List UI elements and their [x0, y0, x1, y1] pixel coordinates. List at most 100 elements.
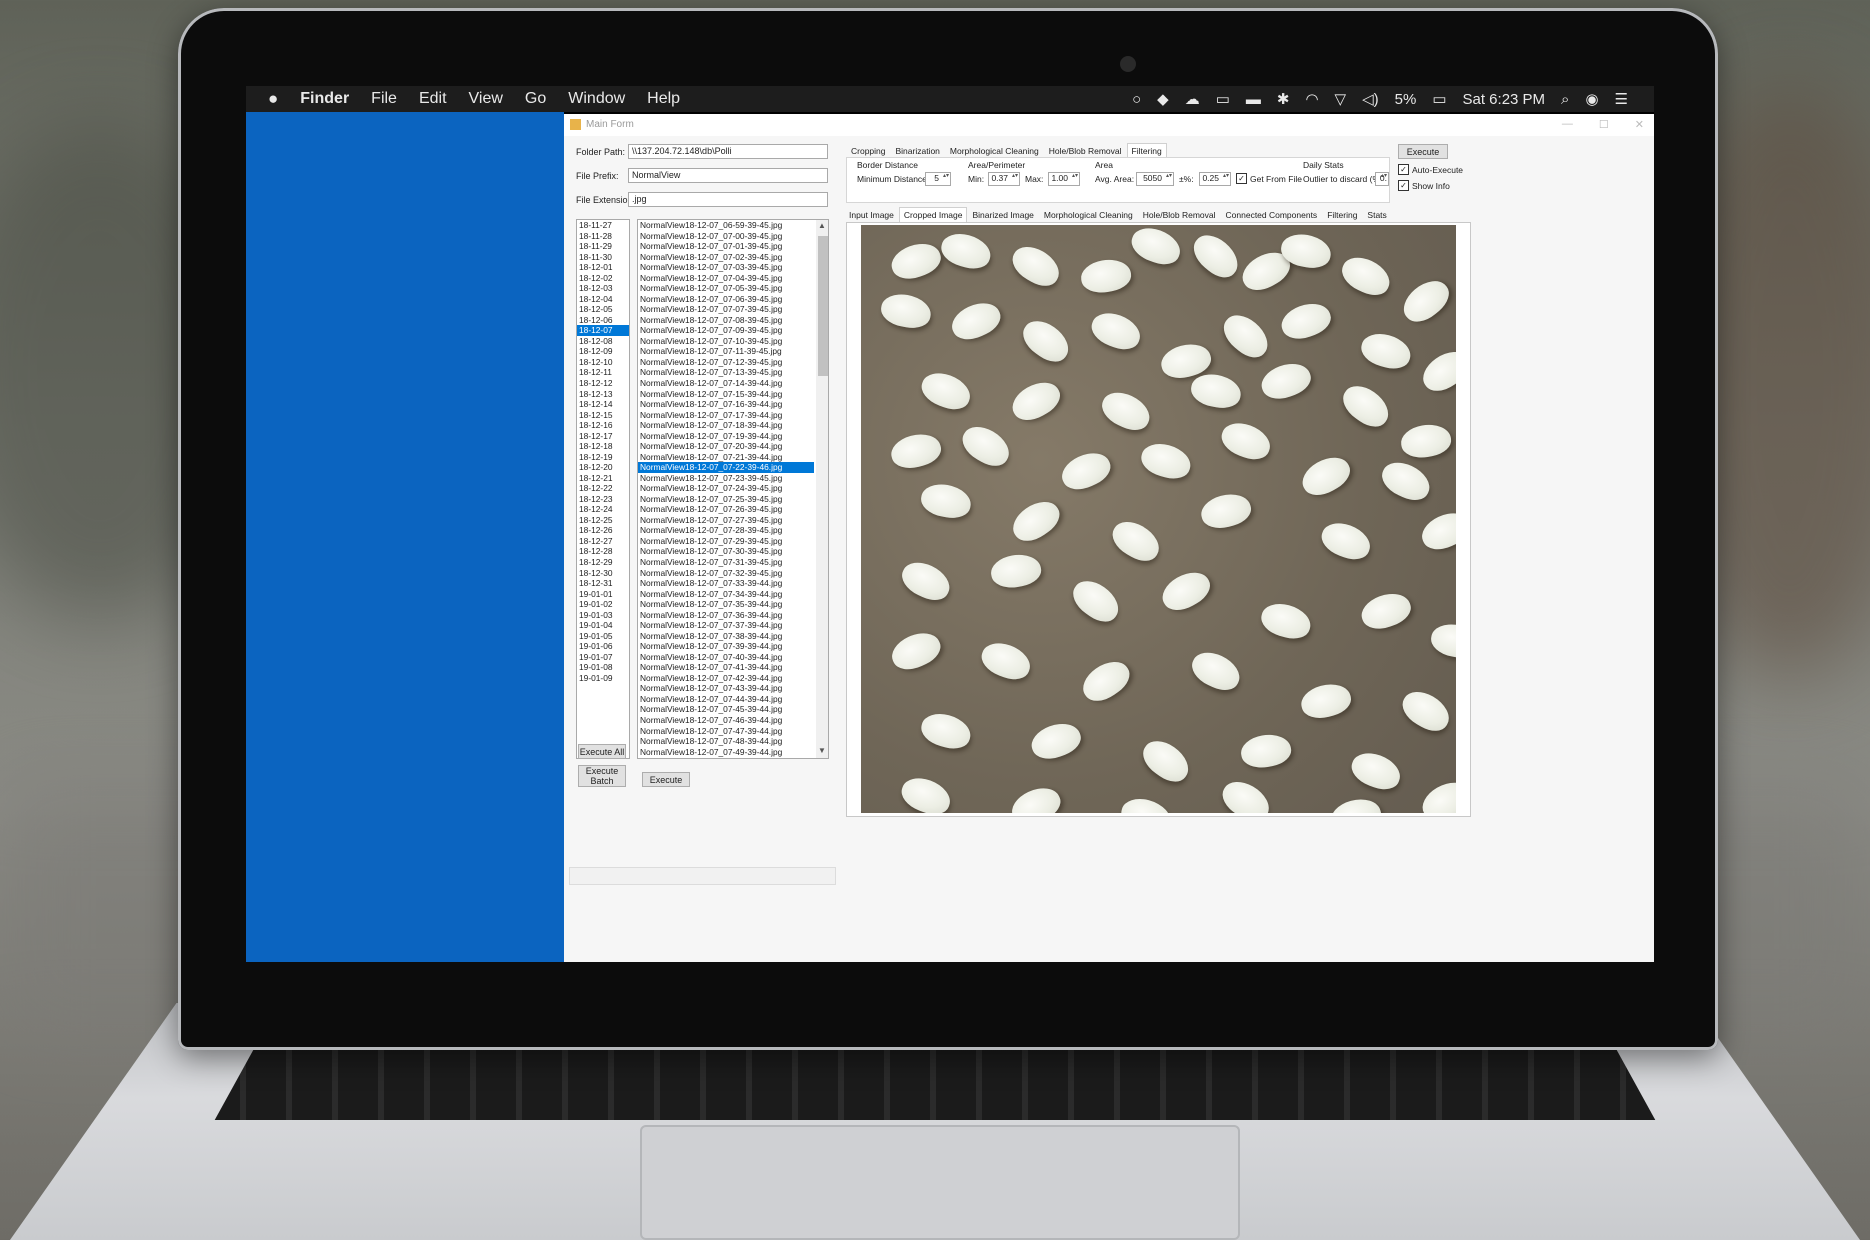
file-list-item[interactable]: NormalView18-12-07_07-02-39-45.jpg: [638, 252, 814, 263]
scrollbar-thumb[interactable]: [818, 236, 828, 376]
file-list-item[interactable]: NormalView18-12-07_07-15-39-44.jpg: [638, 389, 814, 400]
execute-button[interactable]: Execute: [642, 772, 690, 787]
date-list-item[interactable]: 18-12-03: [577, 283, 629, 294]
file-list-item[interactable]: NormalView18-12-07_07-01-39-45.jpg: [638, 241, 814, 252]
file-list[interactable]: NormalView18-12-07_06-59-39-45.jpg Normal…: [637, 219, 829, 759]
menu-finder[interactable]: Finder: [300, 90, 349, 108]
date-list-item[interactable]: 18-12-19: [577, 452, 629, 463]
menu-edit[interactable]: Edit: [419, 90, 447, 108]
spotlight-search-icon[interactable]: ⌕: [1561, 91, 1569, 108]
date-list-item[interactable]: 18-12-14: [577, 399, 629, 410]
date-list-item[interactable]: 19-01-03: [577, 610, 629, 621]
circle-status-icon[interactable]: ○: [1132, 91, 1141, 108]
file-list-item[interactable]: NormalView18-12-07_07-38-39-44.jpg: [638, 631, 814, 642]
date-list-item[interactable]: 18-12-26: [577, 525, 629, 536]
image-tab[interactable]: Morphological Cleaning: [1039, 207, 1138, 223]
battery-icon[interactable]: ▭: [1432, 90, 1446, 108]
image-tab[interactable]: Binarized Image: [967, 207, 1038, 223]
file-list-item[interactable]: NormalView18-12-07_07-31-39-45.jpg: [638, 557, 814, 568]
date-list-item[interactable]: 18-12-21: [577, 473, 629, 484]
file-list-item[interactable]: NormalView18-12-07_07-11-39-45.jpg: [638, 346, 814, 357]
file-list-item[interactable]: NormalView18-12-07_07-29-39-45.jpg: [638, 536, 814, 547]
date-list-item[interactable]: 18-11-28: [577, 231, 629, 242]
file-list-item[interactable]: NormalView18-12-07_07-45-39-44.jpg: [638, 704, 814, 715]
file-list-item[interactable]: NormalView18-12-07_07-49-39-44.jpg: [638, 747, 814, 758]
file-list-item[interactable]: NormalView18-12-07_07-20-39-44.jpg: [638, 441, 814, 452]
avg-area-spinner[interactable]: 5050: [1136, 172, 1174, 186]
image-tab[interactable]: Connected Components: [1221, 207, 1323, 223]
file-list-item[interactable]: NormalView18-12-07_07-18-39-44.jpg: [638, 420, 814, 431]
outlier-discard-spinner[interactable]: 0.: [1375, 172, 1389, 186]
date-list-item[interactable]: 18-12-05: [577, 304, 629, 315]
date-list-item[interactable]: 19-01-07: [577, 652, 629, 663]
file-list-item[interactable]: NormalView18-12-07_07-03-39-45.jpg: [638, 262, 814, 273]
menu-view[interactable]: View: [469, 90, 503, 108]
date-list-item[interactable]: 18-12-28: [577, 546, 629, 557]
plus-minus-percent-spinner[interactable]: 0.25: [1199, 172, 1231, 186]
file-list-item[interactable]: NormalView18-12-07_07-34-39-44.jpg: [638, 589, 814, 600]
file-list-item[interactable]: NormalView18-12-07_07-07-39-45.jpg: [638, 304, 814, 315]
file-list-item[interactable]: NormalView18-12-07_07-47-39-44.jpg: [638, 726, 814, 737]
file-list-item[interactable]: NormalView18-12-07_07-42-39-44.jpg: [638, 673, 814, 684]
date-list-item[interactable]: 18-12-12: [577, 378, 629, 389]
file-prefix-input[interactable]: NormalView: [628, 168, 828, 183]
image-tab[interactable]: Input Image: [844, 207, 899, 223]
scroll-up-arrow-icon[interactable]: ▲: [818, 221, 826, 232]
battery-percent[interactable]: 5%: [1395, 91, 1417, 108]
show-info-checkbox[interactable]: ✓ Show Info: [1398, 180, 1450, 191]
min-ratio-spinner[interactable]: 0.37: [988, 172, 1020, 186]
date-list-item[interactable]: 18-12-10: [577, 357, 629, 368]
date-list-item[interactable]: 18-12-08: [577, 336, 629, 347]
notification-center-icon[interactable]: ☰: [1615, 90, 1628, 108]
file-list-item[interactable]: NormalView18-12-07_07-00-39-45.jpg: [638, 231, 814, 242]
date-list-item[interactable]: 18-12-23: [577, 494, 629, 505]
file-list-item[interactable]: NormalView18-12-07_07-10-39-45.jpg: [638, 336, 814, 347]
max-ratio-spinner[interactable]: 1.00: [1048, 172, 1080, 186]
scroll-down-arrow-icon[interactable]: ▼: [818, 746, 826, 757]
menu-file[interactable]: File: [371, 90, 397, 108]
airplay-icon[interactable]: ▽: [1335, 90, 1347, 108]
date-list-item[interactable]: 19-01-05: [577, 631, 629, 642]
date-list-item[interactable]: 18-11-29: [577, 241, 629, 252]
file-list-item[interactable]: NormalView18-12-07_07-04-39-45.jpg: [638, 273, 814, 284]
date-list-item[interactable]: 18-12-29: [577, 557, 629, 568]
menu-window[interactable]: Window: [568, 90, 625, 108]
file-list-item[interactable]: NormalView18-12-07_07-40-39-44.jpg: [638, 652, 814, 663]
date-list-item[interactable]: 19-01-09: [577, 673, 629, 684]
image-tab[interactable]: Filtering: [1322, 207, 1362, 223]
file-list-item[interactable]: NormalView18-12-07_07-39-39-44.jpg: [638, 641, 814, 652]
date-list-item[interactable]: 18-12-13: [577, 389, 629, 400]
file-list-item[interactable]: NormalView18-12-07_07-16-39-44.jpg: [638, 399, 814, 410]
volume-icon[interactable]: ◁): [1362, 90, 1379, 108]
date-list-item[interactable]: 18-12-16: [577, 420, 629, 431]
file-list-item[interactable]: NormalView18-12-07_07-46-39-44.jpg: [638, 715, 814, 726]
file-list-item[interactable]: NormalView18-12-07_06-59-39-45.jpg: [638, 220, 814, 231]
get-from-file-checkbox[interactable]: ✓ Get From File: [1236, 173, 1302, 184]
file-list-item[interactable]: NormalView18-12-07_07-17-39-44.jpg: [638, 410, 814, 421]
apple-menu-icon[interactable]: ●: [268, 89, 278, 109]
display-icon[interactable]: ▭: [1216, 90, 1230, 108]
siri-icon[interactable]: ◉: [1585, 90, 1598, 108]
file-list-item[interactable]: NormalView18-12-07_07-06-39-45.jpg: [638, 294, 814, 305]
date-list[interactable]: 18-11-27 18-11-28 18-11-29 18-11-30 18-12-01…: [576, 219, 630, 759]
date-list-item[interactable]: 19-01-02: [577, 599, 629, 610]
wifi-icon[interactable]: ◠: [1305, 90, 1318, 108]
image-tab[interactable]: Hole/Blob Removal: [1138, 207, 1221, 223]
file-list-item[interactable]: NormalView18-12-07_07-19-39-44.jpg: [638, 431, 814, 442]
maximize-button[interactable]: ☐: [1599, 118, 1609, 131]
date-list-item[interactable]: 18-12-01: [577, 262, 629, 273]
file-list-item[interactable]: NormalView18-12-07_07-08-39-45.jpg: [638, 315, 814, 326]
close-button[interactable]: ✕: [1635, 118, 1644, 131]
minimize-button[interactable]: —: [1562, 118, 1573, 131]
file-list-item[interactable]: NormalView18-12-07_07-44-39-44.jpg: [638, 694, 814, 705]
auto-execute-checkbox[interactable]: ✓ Auto-Execute: [1398, 164, 1463, 175]
file-list-item[interactable]: NormalView18-12-07_07-48-39-44.jpg: [638, 736, 814, 747]
file-list-item-selected[interactable]: NormalView18-12-07_07-22-39-46.jpg: [638, 462, 814, 473]
file-list-item[interactable]: NormalView18-12-07_07-05-39-45.jpg: [638, 283, 814, 294]
file-list-item[interactable]: NormalView18-12-07_07-25-39-45.jpg: [638, 494, 814, 505]
image-tab[interactable]: Cropped Image: [898, 207, 968, 223]
file-list-item[interactable]: NormalView18-12-07_07-27-39-45.jpg: [638, 515, 814, 526]
date-list-item[interactable]: 19-01-08: [577, 662, 629, 673]
file-extension-input[interactable]: .jpg: [628, 192, 828, 207]
date-list-item[interactable]: 18-12-18: [577, 441, 629, 452]
